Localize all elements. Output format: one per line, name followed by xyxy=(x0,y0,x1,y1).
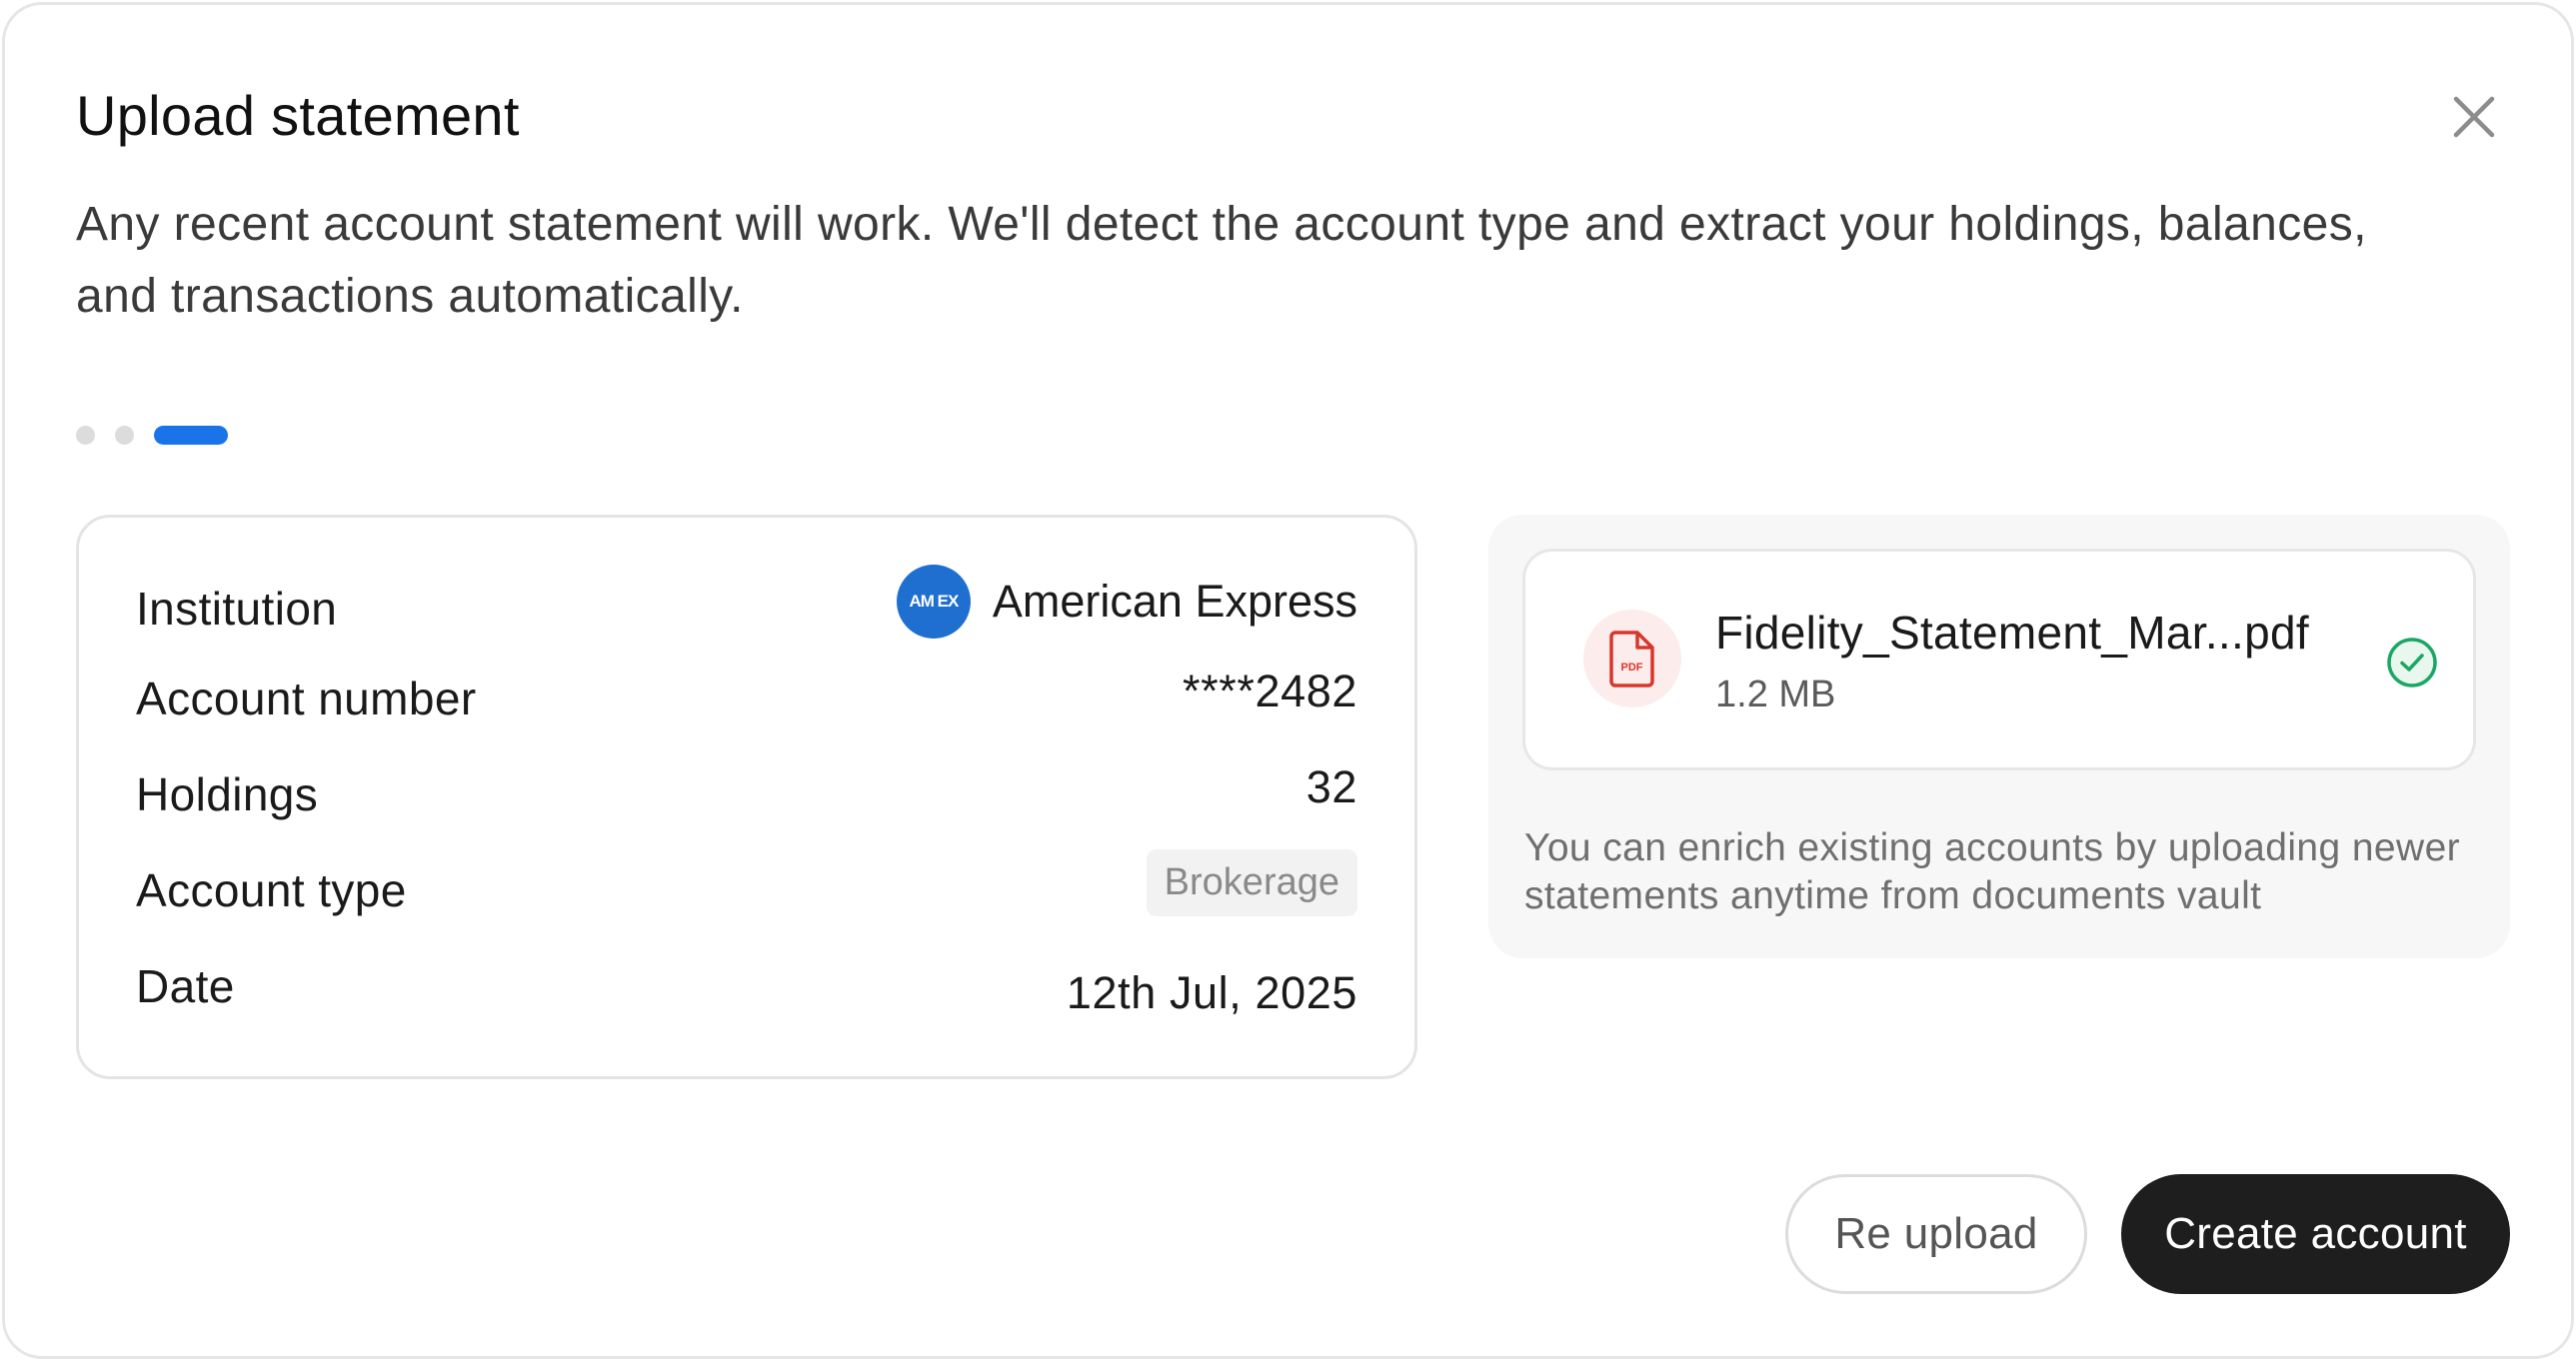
upload-statement-dialog: Upload statement Any recent account stat… xyxy=(2,2,2574,1359)
file-name: Fidelity_Statement_Mar...pdf xyxy=(1715,607,2309,659)
svg-text:PDF: PDF xyxy=(1621,662,1643,674)
institution-row: Institution AM EX American Express xyxy=(136,565,1357,639)
account-type-row: Account type Brokerage xyxy=(136,849,1357,921)
holdings-label: Holdings xyxy=(136,768,319,820)
pdf-document-icon: PDF xyxy=(1609,631,1654,687)
uploaded-file-panel: PDF Fidelity_Statement_Mar...pdf 1.2 MB … xyxy=(1488,515,2510,958)
enrich-hint-text: You can enrich existing accounts by uplo… xyxy=(1524,826,2461,917)
step-2-dot xyxy=(115,425,134,445)
dialog-description: Any recent account statement will work. … xyxy=(76,198,2367,323)
account-number-row: Account number ****2482 xyxy=(136,658,1357,729)
date-label: Date xyxy=(136,960,235,1012)
step-indicator xyxy=(76,425,228,445)
account-number-value: ****2482 xyxy=(1183,666,1357,716)
step-3-active-indicator xyxy=(154,425,228,445)
account-type-label: Account type xyxy=(136,864,407,916)
reupload-button[interactable]: Re upload xyxy=(1785,1174,2087,1294)
holdings-value: 32 xyxy=(1305,761,1357,812)
date-value: 12th Jul, 2025 xyxy=(1066,967,1357,1018)
account-type-badge: Brokerage xyxy=(1146,849,1357,916)
close-icon xyxy=(2453,96,2495,138)
account-details-card: Institution AM EX American Express Accou… xyxy=(76,515,1417,1079)
institution-name: American Express xyxy=(992,576,1357,627)
institution-value: AM EX American Express xyxy=(896,565,1357,639)
file-size: 1.2 MB xyxy=(1715,674,1836,715)
institution-label: Institution xyxy=(136,583,338,635)
step-1-dot xyxy=(76,425,95,445)
close-button[interactable] xyxy=(2438,81,2510,153)
account-number-label: Account number xyxy=(136,673,477,724)
date-row: Date 12th Jul, 2025 xyxy=(136,945,1357,1018)
dialog-title: Upload statement xyxy=(76,84,520,147)
uploaded-file-card[interactable]: PDF Fidelity_Statement_Mar...pdf 1.2 MB xyxy=(1522,549,2476,770)
create-account-button[interactable]: Create account xyxy=(2121,1174,2510,1294)
holdings-row: Holdings 32 xyxy=(136,753,1357,825)
amex-logo: AM EX xyxy=(896,565,971,639)
check-circle-icon xyxy=(2387,638,2437,687)
pdf-file-icon: PDF xyxy=(1583,610,1681,707)
